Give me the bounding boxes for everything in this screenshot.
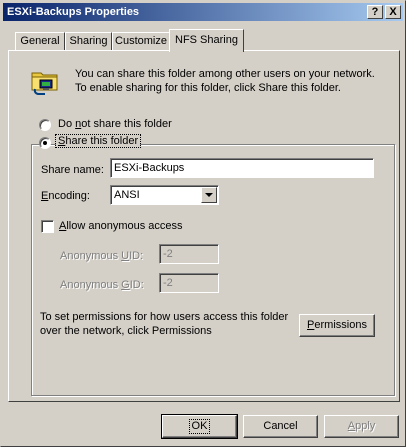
cancel-button[interactable]: Cancel xyxy=(243,415,318,438)
do-not-share-radio[interactable] xyxy=(39,119,51,131)
share-options-group xyxy=(31,144,395,396)
tab-customize[interactable]: Customize xyxy=(112,32,170,50)
close-button[interactable]: X xyxy=(385,5,401,19)
tab-nfs-sharing[interactable]: NFS Sharing xyxy=(169,29,244,52)
gid-suffix: ID: xyxy=(129,279,144,291)
apply-suffix: pply xyxy=(355,420,376,432)
share-name-input[interactable]: ESXi-Backups xyxy=(110,158,374,178)
sharing-info-text: You can share this folder among other us… xyxy=(75,68,375,94)
do-not-share-label[interactable]: Do not share this folder xyxy=(58,118,172,130)
allow-anonymous-suffix: llow anonymous access xyxy=(66,220,183,232)
anonymous-uid-input[interactable]: -2 xyxy=(159,244,219,264)
share-this-folder-label[interactable]: Share this folder xyxy=(54,134,142,148)
tab-sharing[interactable]: Sharing xyxy=(65,32,112,50)
encoding-label: Encoding: xyxy=(41,190,90,202)
share-suffix: hare this folder xyxy=(65,135,139,147)
window-title: ESXi-Backups Properties xyxy=(7,6,140,18)
shared-folder-icon xyxy=(31,72,58,95)
encoding-suffix: ncoding: xyxy=(48,190,90,202)
encoding-value: ANSI xyxy=(114,189,140,201)
encoding-select[interactable]: ANSI xyxy=(110,185,219,205)
ok-label: OK xyxy=(188,419,211,434)
permissions-info-text: To set permissions for how users access … xyxy=(40,311,289,337)
uid-prefix: Anonymous xyxy=(60,250,122,262)
uid-suffix: ID: xyxy=(129,250,144,262)
share-name-label: Share name: xyxy=(41,164,104,176)
uid-mnemonic: U xyxy=(121,250,130,262)
chevron-down-icon[interactable] xyxy=(201,187,217,203)
allow-anonymous-label[interactable]: Allow anonymous access xyxy=(59,220,183,232)
apply-button[interactable]: Apply xyxy=(324,415,399,438)
anonymous-gid-input[interactable]: -2 xyxy=(159,273,219,293)
gid-prefix: Anonymous xyxy=(60,279,122,291)
gid-mnemonic: G xyxy=(121,279,130,291)
tab-general[interactable]: General xyxy=(15,32,65,50)
properties-dialog: ESXi-Backups Properties ? X General Shar… xyxy=(0,0,406,447)
nfs-sharing-panel: You can share this folder among other us… xyxy=(8,50,400,402)
apply-mnemonic: A xyxy=(347,420,356,432)
title-bar[interactable]: ESXi-Backups Properties ? X xyxy=(3,3,403,21)
allow-anonymous-checkbox[interactable] xyxy=(41,220,54,233)
share-this-folder-radio[interactable] xyxy=(39,137,51,149)
anonymous-uid-label: Anonymous UID: xyxy=(60,250,143,262)
anonymous-gid-label: Anonymous GID: xyxy=(60,279,144,291)
ok-button[interactable]: OK xyxy=(161,414,238,439)
permissions-button[interactable]: Permissions xyxy=(299,314,375,337)
do-not-share-prefix: Do xyxy=(58,118,76,130)
help-button[interactable]: ? xyxy=(367,5,383,19)
permissions-suffix: ermissions xyxy=(314,319,367,331)
do-not-share-suffix: ot share this folder xyxy=(81,118,172,130)
